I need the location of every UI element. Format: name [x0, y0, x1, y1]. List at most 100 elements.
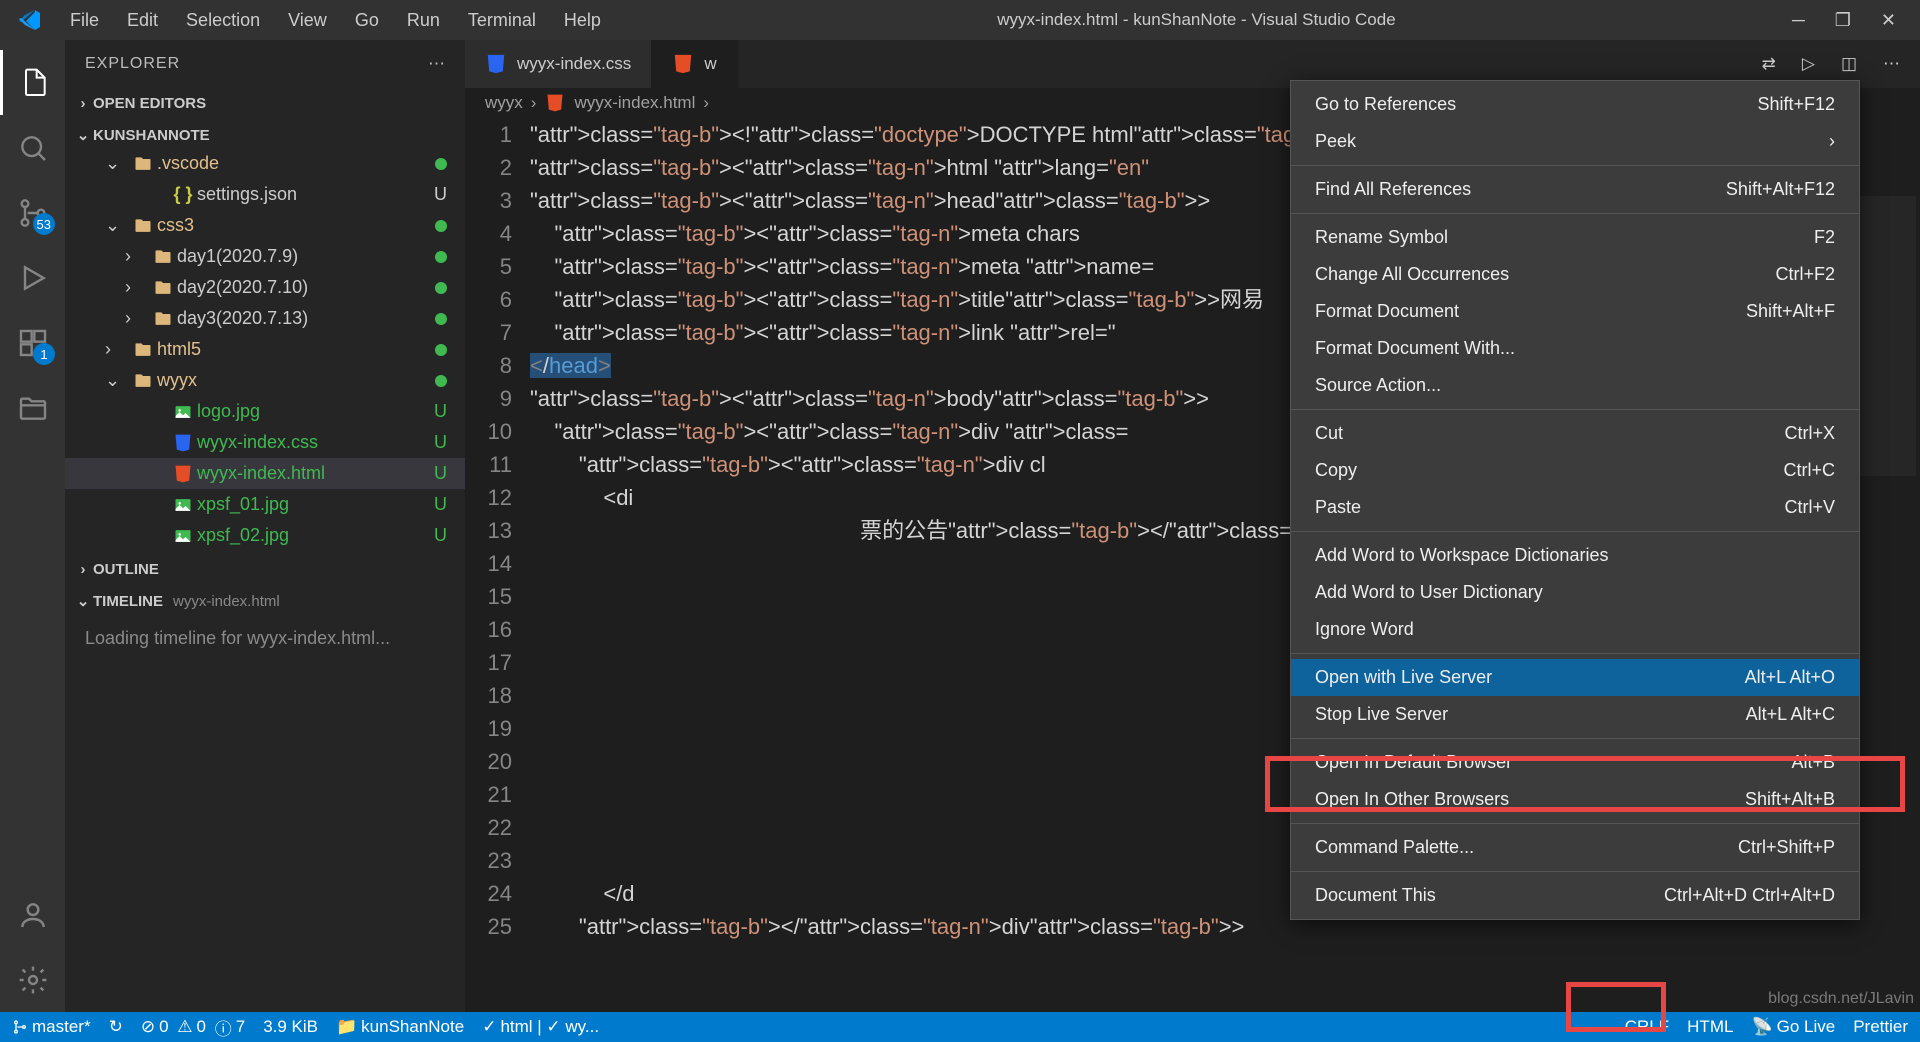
activity-account[interactable] [0, 882, 65, 947]
activity-extensions[interactable]: 1 [0, 310, 65, 375]
status-workspace[interactable]: 📁 kunShanNote [336, 1017, 464, 1037]
context-menu-item[interactable]: CutCtrl+X [1291, 415, 1859, 452]
minimize-icon[interactable]: ─ [1792, 10, 1805, 31]
git-status-dot [435, 220, 447, 232]
tree-item-wyyx-index.html[interactable]: wyyx-index.htmlU [65, 458, 465, 489]
editor-more-icon[interactable]: ⋯ [1883, 54, 1900, 74]
tree-item-day2(2020.7.10)[interactable]: ›day2(2020.7.10) [65, 272, 465, 303]
title-bar: File Edit Selection View Go Run Terminal… [0, 0, 1920, 40]
context-menu-label: Stop Live Server [1315, 704, 1448, 725]
tab-wyyx-index-html[interactable]: w [652, 40, 737, 88]
timeline-header[interactable]: ⌄ TIMELINE wyyx-index.html [65, 588, 465, 614]
split-editor-icon[interactable]: ◫ [1841, 54, 1857, 74]
context-menu-item[interactable]: Rename SymbolF2 [1291, 219, 1859, 256]
close-icon[interactable]: ✕ [1881, 10, 1896, 31]
context-menu-item[interactable]: Change All OccurrencesCtrl+F2 [1291, 256, 1859, 293]
status-go-live[interactable]: 📡 Go Live [1751, 1017, 1835, 1037]
context-menu-item[interactable]: Open In Default BrowserAlt+B [1291, 744, 1859, 781]
menu-help[interactable]: Help [550, 6, 615, 35]
status-sync[interactable]: ↻ [109, 1017, 123, 1037]
context-menu-shortcut: Shift+Alt+F [1746, 301, 1835, 322]
tree-item-wyyx[interactable]: ⌄wyyx [65, 365, 465, 396]
context-menu-item[interactable]: Add Word to User Dictionary [1291, 574, 1859, 611]
tab-wyyx-index-css[interactable]: wyyx-index.css [465, 40, 652, 88]
git-status-tag: U [434, 432, 447, 453]
activity-scm[interactable]: 53 [0, 180, 65, 245]
activity-settings[interactable] [0, 947, 65, 1012]
breadcrumb-item[interactable]: wyyx [485, 93, 523, 113]
context-menu-item[interactable]: Add Word to Workspace Dictionaries [1291, 537, 1859, 574]
context-menu-item[interactable]: Open with Live ServerAlt+L Alt+O [1291, 659, 1859, 696]
context-menu-label: Add Word to User Dictionary [1315, 582, 1543, 603]
tree-item-day3(2020.7.13)[interactable]: ›day3(2020.7.13) [65, 303, 465, 334]
status-prettier[interactable]: Prettier [1853, 1017, 1908, 1037]
tree-item-.vscode[interactable]: ⌄.vscode [65, 148, 465, 179]
context-menu-item[interactable]: Open In Other BrowsersShift+Alt+B [1291, 781, 1859, 818]
tree-item-logo.jpg[interactable]: logo.jpgU [65, 396, 465, 427]
context-menu-item[interactable]: Peek› [1291, 123, 1859, 160]
editor-context-menu[interactable]: Go to ReferencesShift+F12Peek› Find All R… [1290, 80, 1860, 920]
activity-explorer[interactable] [0, 50, 65, 115]
status-branch[interactable]: master* [12, 1017, 91, 1037]
git-status-dot [435, 344, 447, 356]
tree-item-html5[interactable]: ›html5 [65, 334, 465, 365]
git-status-tag: U [434, 463, 447, 484]
context-menu-item[interactable]: PasteCtrl+V [1291, 489, 1859, 526]
tree-item-xpsf_02.jpg[interactable]: xpsf_02.jpgU [65, 520, 465, 551]
git-status-tag: U [434, 401, 447, 422]
tree-item-label: day1(2020.7.9) [177, 246, 435, 267]
activity-custom[interactable] [0, 375, 65, 440]
breadcrumb-item[interactable]: wyyx-index.html [574, 93, 695, 113]
outline-header[interactable]: › OUTLINE [65, 557, 465, 582]
open-editors-header[interactable]: › OPEN EDITORS [65, 91, 465, 116]
tree-item-xpsf_01.jpg[interactable]: xpsf_01.jpgU [65, 489, 465, 520]
run-file-icon[interactable]: ▷ [1802, 54, 1815, 74]
outline-label: OUTLINE [93, 561, 159, 578]
context-menu-label: Command Palette... [1315, 837, 1474, 858]
explorer-more-icon[interactable]: ⋯ [428, 54, 445, 74]
status-size[interactable]: 3.9 KiB [263, 1017, 318, 1037]
git-status-dot [435, 158, 447, 170]
context-menu-item[interactable]: Stop Live ServerAlt+L Alt+C [1291, 696, 1859, 733]
context-menu-item[interactable]: Ignore Word [1291, 611, 1859, 648]
tree-item-day1(2020.7.9)[interactable]: ›day1(2020.7.9) [65, 241, 465, 272]
timeline-label: TIMELINE [93, 593, 163, 610]
menu-selection[interactable]: Selection [172, 6, 274, 35]
status-problems[interactable]: ⊘ 0 ⚠ 0 ⓘ 7 [141, 1015, 245, 1040]
activity-run[interactable] [0, 245, 65, 310]
tree-item-settings.json[interactable]: { }settings.jsonU [65, 179, 465, 210]
menu-terminal[interactable]: Terminal [454, 6, 550, 35]
context-menu-label: Format Document [1315, 301, 1459, 322]
context-menu-item[interactable]: Command Palette...Ctrl+Shift+P [1291, 829, 1859, 866]
context-menu-item[interactable]: Go to ReferencesShift+F12 [1291, 86, 1859, 123]
context-menu-item[interactable]: Document ThisCtrl+Alt+D Ctrl+Alt+D [1291, 877, 1859, 914]
tree-item-label: day2(2020.7.10) [177, 277, 435, 298]
menu-file[interactable]: File [56, 6, 113, 35]
context-menu-item[interactable]: Source Action... [1291, 367, 1859, 404]
context-menu-item[interactable]: Find All ReferencesShift+Alt+F12 [1291, 171, 1859, 208]
maximize-icon[interactable]: ❐ [1835, 10, 1851, 31]
git-status-dot [435, 375, 447, 387]
tree-item-css3[interactable]: ⌄css3 [65, 210, 465, 241]
context-menu-item[interactable]: Format Document With... [1291, 330, 1859, 367]
status-eol[interactable]: CRLF [1625, 1017, 1669, 1037]
menu-go[interactable]: Go [341, 6, 393, 35]
context-menu-item[interactable]: Format Document Shift+Alt+F [1291, 293, 1859, 330]
status-lint[interactable]: ✓ html | ✓ wy... [482, 1017, 599, 1037]
context-menu-label: Format Document With... [1315, 338, 1515, 359]
folder-icon [149, 309, 177, 329]
window-title: wyyx-index.html - kunShanNote - Visual S… [615, 10, 1778, 30]
watermark: blog.csdn.net/JLavin [1768, 990, 1914, 1008]
menu-run[interactable]: Run [393, 6, 454, 35]
workspace-header[interactable]: ⌄ KUNSHANNOTE [65, 122, 465, 148]
context-menu-item[interactable]: CopyCtrl+C [1291, 452, 1859, 489]
compare-icon[interactable]: ⇄ [1762, 54, 1776, 74]
menu-view[interactable]: View [274, 6, 341, 35]
activity-search[interactable] [0, 115, 65, 180]
context-menu-shortcut: Ctrl+Alt+D Ctrl+Alt+D [1664, 885, 1835, 906]
context-menu-label: Cut [1315, 423, 1343, 444]
menu-edit[interactable]: Edit [113, 6, 172, 35]
status-lang[interactable]: HTML [1687, 1017, 1733, 1037]
editor-area: wyyx-index.css w ⇄ ▷ ◫ ⋯ wyyx › wyyx-ind… [465, 40, 1920, 1012]
tree-item-wyyx-index.css[interactable]: wyyx-index.cssU [65, 427, 465, 458]
